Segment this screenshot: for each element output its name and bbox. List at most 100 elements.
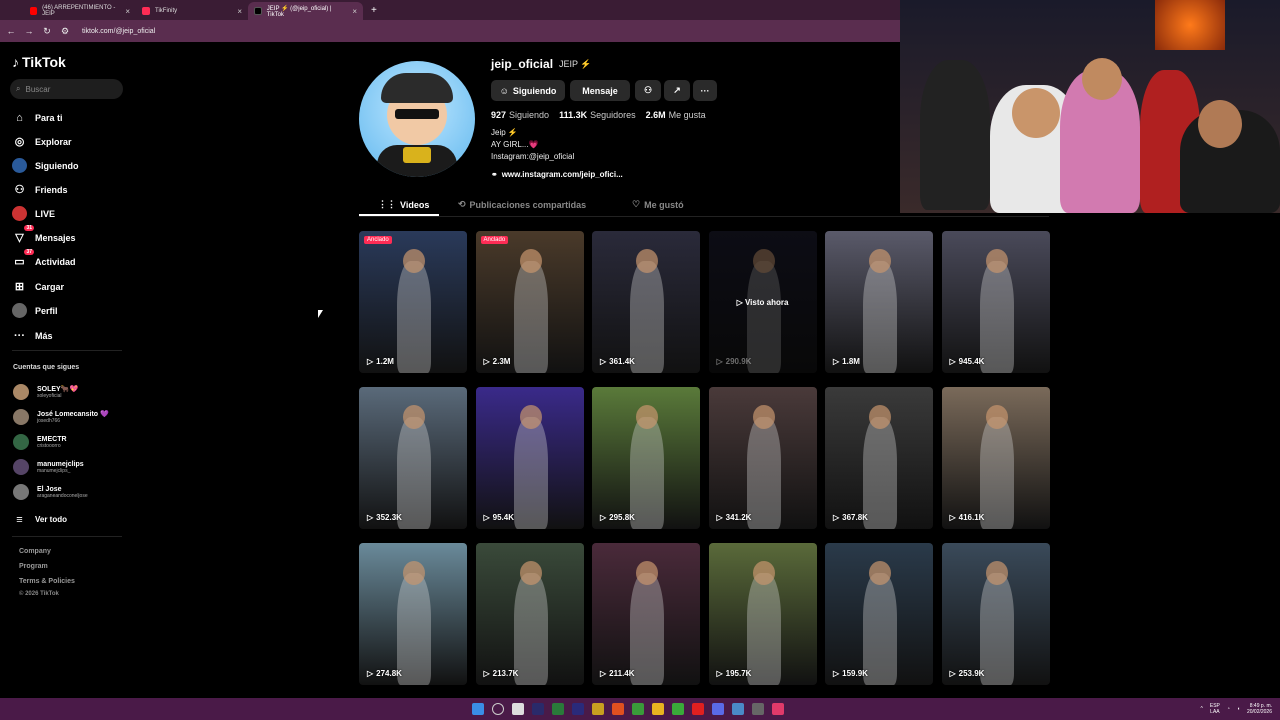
- video-card[interactable]: ▷ 416.1K: [941, 387, 1050, 529]
- see-all-link[interactable]: ≡ Ver todo: [12, 512, 67, 527]
- video-card[interactable]: ▷ 274.8K: [359, 543, 467, 685]
- search-icon[interactable]: [492, 703, 504, 715]
- chrome-icon[interactable]: [632, 703, 644, 715]
- video-card[interactable]: ▷ 253.9K: [941, 543, 1050, 685]
- play-icon: ▷: [949, 357, 956, 366]
- brave-icon[interactable]: [612, 703, 624, 715]
- following-account[interactable]: José Lomecansito 💜 josedh766: [13, 409, 109, 425]
- view-count: ▷ 274.8K: [367, 669, 402, 678]
- play-icon: ▷: [716, 513, 723, 522]
- app-icon[interactable]: [592, 703, 604, 715]
- footer-terms[interactable]: Terms & Policies: [19, 578, 75, 585]
- task-view-icon[interactable]: [512, 703, 524, 715]
- activity-icon: ▭ 37: [14, 249, 34, 268]
- chevron-up-icon[interactable]: ^: [1201, 706, 1203, 712]
- tab-reposts[interactable]: ⟲ Publicaciones compartidas: [458, 199, 586, 210]
- discord-icon[interactable]: [712, 703, 724, 715]
- language-indicator[interactable]: ESP LAA: [1210, 703, 1220, 715]
- profile-link[interactable]: ⚭ www.instagram.com/jeip_ofici...: [491, 170, 623, 179]
- watched-now-overlay: ▷ Visto ahora: [708, 231, 817, 373]
- video-card[interactable]: ▷ 352.3K: [359, 387, 467, 529]
- nav-item-mas[interactable]: ··· Más: [12, 328, 53, 343]
- activity-badge: 37: [24, 249, 34, 255]
- video-card[interactable]: ▷ 945.4K: [941, 231, 1050, 373]
- following-account[interactable]: EMECTR cristooorro: [13, 434, 67, 450]
- video-card[interactable]: ▷ 367.8K: [825, 387, 933, 529]
- footer-company[interactable]: Company: [19, 548, 51, 555]
- nav-item-para-ti[interactable]: ⌂ Para ti: [12, 110, 62, 125]
- search-input[interactable]: ⌕ Buscar: [10, 79, 123, 99]
- following-account[interactable]: manumejclips manumejclips_: [13, 459, 84, 475]
- clock[interactable]: 8:49 p. m. 20/02/2026: [1247, 703, 1272, 715]
- user-check-icon: ☺: [499, 85, 509, 96]
- video-card[interactable]: ▷ 1.8M: [825, 231, 933, 373]
- volume-icon[interactable]: ◖: [1237, 706, 1240, 712]
- stat-following[interactable]: 927 Siguiendo: [491, 110, 549, 120]
- nav-item-live[interactable]: LIVE: [12, 206, 55, 221]
- back-icon[interactable]: ←: [6, 26, 16, 36]
- tab-liked[interactable]: ♡ Me gustó: [632, 199, 684, 210]
- video-card[interactable]: ▷ 213.7K: [475, 543, 584, 685]
- tab-tiktok[interactable]: JEIP ⚡ (@jeip_oficial) | TikTok ×: [248, 2, 363, 20]
- close-tab-icon[interactable]: ×: [352, 7, 357, 16]
- video-card[interactable]: Anclado ▷ 2.3M: [475, 231, 584, 373]
- premiere-icon[interactable]: [572, 703, 584, 715]
- tab-tikfinity[interactable]: TikFinity ×: [136, 2, 248, 20]
- view-count: ▷ 95.4K: [483, 513, 515, 522]
- nav-item-explorar[interactable]: ◎ Explorar: [12, 134, 72, 149]
- video-card[interactable]: ▷ 195.7K: [708, 543, 817, 685]
- close-tab-icon[interactable]: ×: [237, 7, 242, 16]
- video-card[interactable]: ▷ 341.2K: [708, 387, 817, 529]
- tiktok-app-icon[interactable]: [772, 703, 784, 715]
- nav-item-friends[interactable]: ⚇ Friends: [12, 182, 68, 197]
- play-icon: ▷: [600, 669, 607, 678]
- app-icon[interactable]: [552, 703, 564, 715]
- after-effects-icon[interactable]: [532, 703, 544, 715]
- minecraft-icon[interactable]: [672, 703, 684, 715]
- tab-youtube[interactable]: (46) ARREPENTIMIENTO - JEIP ×: [24, 2, 136, 20]
- footer-copyright: © 2026 TikTok: [19, 591, 59, 597]
- wifi-icon[interactable]: ◔: [1227, 706, 1230, 712]
- footer-program[interactable]: Program: [19, 563, 48, 570]
- video-card[interactable]: ▷ 95.4K: [475, 387, 584, 529]
- nav-item-mensajes[interactable]: ▽ 31 Mensajes: [12, 225, 76, 245]
- view-count: ▷ 290.9K: [716, 357, 752, 366]
- url-field[interactable]: tiktok.com/@jeip_oficial: [82, 28, 155, 35]
- video-card[interactable]: ▷ 159.9K: [825, 543, 933, 685]
- windows-start-icon[interactable]: [472, 703, 484, 715]
- view-count: ▷ 341.2K: [716, 513, 752, 522]
- more-options-button[interactable]: ···: [693, 80, 717, 101]
- reload-icon[interactable]: ↻: [42, 26, 52, 37]
- bio-line: Jeip ⚡: [491, 128, 518, 137]
- share-button[interactable]: ↗: [664, 80, 690, 101]
- forward-icon[interactable]: →: [24, 26, 34, 36]
- close-tab-icon[interactable]: ×: [125, 7, 130, 16]
- view-count: ▷ 361.4K: [600, 357, 635, 366]
- video-card[interactable]: Anclado ▷ 1.2M: [359, 231, 467, 373]
- nav-item-cargar[interactable]: ⊞ Cargar: [12, 279, 64, 294]
- tiktok-logo[interactable]: ♪ TikTok: [12, 54, 66, 70]
- video-card[interactable]: ▷ 295.8K: [592, 387, 700, 529]
- play-icon: ▷: [833, 357, 840, 366]
- youtube-icon[interactable]: [692, 703, 704, 715]
- folder-icon[interactable]: [652, 703, 664, 715]
- video-card[interactable]: ▷ 361.4K: [592, 231, 700, 373]
- add-friend-button[interactable]: ⚇: [635, 80, 661, 101]
- message-button[interactable]: Mensaje: [570, 80, 630, 101]
- sidebar: ♪ TikTok ⌕ Buscar ⌂ Para ti ◎ Explorar S…: [0, 42, 130, 698]
- nav-item-siguiendo[interactable]: Siguiendo: [12, 158, 79, 173]
- following-account[interactable]: SOLEY🐂💖 soleyoficial: [13, 384, 78, 400]
- following-account[interactable]: El Jose araganeandoconeljose: [13, 484, 88, 500]
- stat-followers[interactable]: 111.3K Seguidores: [559, 110, 636, 120]
- app-icon[interactable]: [732, 703, 744, 715]
- tab-videos[interactable]: ⋮⋮ Videos: [378, 199, 429, 210]
- app-icon[interactable]: [752, 703, 764, 715]
- following-button[interactable]: ☺ Siguiendo: [491, 80, 565, 101]
- site-info-icon[interactable]: ⚙: [60, 26, 70, 37]
- new-tab-icon[interactable]: +: [371, 5, 377, 16]
- nav-item-perfil[interactable]: Perfil: [12, 303, 58, 318]
- nav-item-actividad[interactable]: ▭ 37 Actividad: [12, 249, 76, 269]
- youtube-icon: [30, 7, 38, 15]
- video-card[interactable]: ▷ 211.4K: [592, 543, 700, 685]
- video-card[interactable]: ▷ Visto ahora ▷ 290.9K: [708, 231, 817, 373]
